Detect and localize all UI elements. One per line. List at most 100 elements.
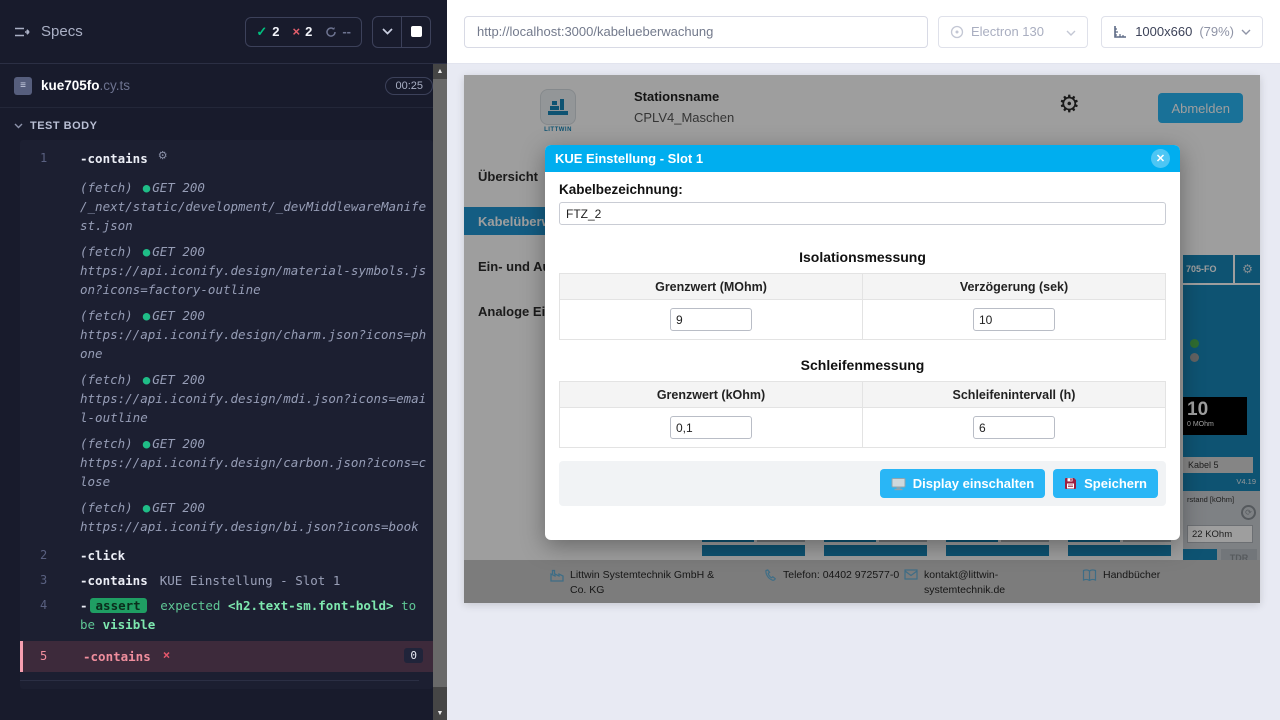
- pass-count: 2: [272, 24, 279, 39]
- fetch-log: (fetch)●GET 200https://api.iconify.desig…: [80, 306, 428, 363]
- fetch-tag: (fetch): [80, 180, 133, 195]
- fetch-url: https://api.iconify.design/carbon.json?i…: [80, 455, 426, 489]
- fetch-tag: (fetch): [80, 500, 133, 515]
- fetch-tag: (fetch): [80, 308, 133, 323]
- cypress-sidebar: Specs ✓ 2 × 2 -- ≡ kue705fo.cy.t: [0, 0, 447, 720]
- command-row-3[interactable]: 3 -contains KUE Einstellung - Slot 1: [20, 568, 433, 593]
- display-on-label: Display einschalten: [913, 476, 1034, 491]
- command-contains: -contains: [83, 647, 151, 666]
- isolation-table: Grenzwert (MOhm) Verzögerung (sek): [559, 273, 1166, 340]
- fail-count: 2: [305, 24, 312, 39]
- viewport-zoom: (79%): [1199, 24, 1234, 39]
- chevron-down-icon: [1241, 29, 1251, 35]
- stat-pending: --: [325, 24, 351, 39]
- command-contains: -contains: [80, 149, 148, 168]
- command-log: 1 -contains ⚙ (fetch)●GET 200/_next/stat…: [20, 140, 433, 689]
- iso-grenzwert-input[interactable]: [670, 308, 752, 331]
- status-dot-icon: ●: [143, 372, 151, 387]
- reporter-divider: [20, 680, 419, 681]
- line-number: 2: [20, 546, 80, 565]
- command-argument: KUE Einstellung - Slot 1: [160, 571, 341, 590]
- pending-count: --: [342, 24, 351, 39]
- display-on-button[interactable]: Display einschalten: [880, 469, 1045, 498]
- fetch-url: /_next/static/development/_devMiddleware…: [80, 199, 426, 233]
- modal-title: KUE Einstellung - Slot 1: [555, 151, 703, 166]
- fetch-url: https://api.iconify.design/mdi.json?icon…: [80, 391, 426, 425]
- assert-prefix: -: [80, 598, 88, 613]
- specs-menu-icon[interactable]: [14, 25, 31, 39]
- fail-icon: ×: [293, 24, 301, 39]
- fetch-url: https://api.iconify.design/material-symb…: [80, 263, 426, 297]
- sidebar-header: Specs ✓ 2 × 2 --: [0, 0, 447, 64]
- scroll-up-icon[interactable]: ▲: [433, 64, 447, 78]
- run-controls: [372, 16, 431, 48]
- assert-element: <h2.text-sm.font-bold>: [228, 598, 394, 613]
- chevron-down-icon: [1066, 30, 1076, 36]
- fetch-status: GET 200: [152, 244, 205, 259]
- assert-badge: assert: [90, 598, 147, 613]
- assert-visible: visible: [103, 617, 156, 632]
- fetch-log: (fetch)●GET 200https://api.iconify.desig…: [80, 498, 428, 536]
- modal-footer: Display einschalten Speichern: [559, 461, 1166, 506]
- viewport-size-select[interactable]: 1000x660 (79%): [1101, 16, 1263, 48]
- loop-section-title: Schleifenmessung: [559, 357, 1166, 373]
- test-body-label: TEST BODY: [30, 120, 97, 132]
- modal-titlebar: KUE Einstellung - Slot 1 ✕: [545, 145, 1180, 172]
- url-text: http://localhost:3000/kabelueberwachung: [477, 24, 713, 39]
- fetch-log: (fetch)●GET 200/_next/static/development…: [80, 178, 428, 235]
- spec-file-icon: ≡: [14, 77, 32, 95]
- test-body-header[interactable]: TEST BODY: [0, 108, 447, 140]
- spec-row[interactable]: ≡ kue705fo.cy.ts 00:25: [0, 64, 447, 108]
- line-number: 3: [20, 571, 80, 590]
- fetch-status: GET 200: [152, 372, 205, 387]
- status-dot-icon: ●: [143, 244, 151, 259]
- command-row-5-failed[interactable]: 5 -contains × 0: [20, 641, 433, 672]
- loop-col-intervall: Schleifenintervall (h): [863, 382, 1166, 408]
- cable-name-label: Kabelbezeichnung:: [559, 182, 1166, 197]
- spec-duration-badge: 00:25: [385, 77, 433, 95]
- fetch-tag: (fetch): [80, 244, 133, 259]
- scroll-down-icon[interactable]: ▼: [433, 706, 447, 720]
- status-dot-icon: ●: [143, 308, 151, 323]
- url-input[interactable]: http://localhost:3000/kabelueberwachung: [464, 16, 928, 48]
- command-row-1[interactable]: 1 -contains ⚙: [20, 146, 433, 171]
- stat-failed: × 2: [293, 24, 313, 39]
- kue-settings-modal: KUE Einstellung - Slot 1 ✕ Kabelbezeichn…: [545, 145, 1180, 540]
- sidebar-scrollbar[interactable]: ▲ ▼: [433, 64, 447, 720]
- assert-message: -assert expected <h2.text-sm.font-bold> …: [80, 596, 420, 634]
- fetch-log: (fetch)●GET 200https://api.iconify.desig…: [80, 370, 428, 427]
- iso-verzoegerung-input[interactable]: [973, 308, 1055, 331]
- loop-col-grenzwert: Grenzwert (kOhm): [560, 382, 863, 408]
- pass-icon: ✓: [256, 24, 267, 40]
- floppy-save-icon: [1064, 477, 1077, 490]
- loop-grenzwert-input[interactable]: [670, 416, 752, 439]
- collapse-chevron-icon[interactable]: [373, 17, 401, 47]
- command-row-2[interactable]: 2 -click: [20, 543, 433, 568]
- specs-title: Specs: [41, 23, 83, 40]
- match-count-badge: 0: [404, 648, 423, 663]
- command-row-4[interactable]: 4 -assert expected <h2.text-sm.font-bold…: [20, 593, 433, 637]
- spec-name: kue705fo: [41, 78, 100, 93]
- save-label: Speichern: [1084, 476, 1147, 491]
- fetch-log: (fetch) ●GET 200 https://api.iconify.desig…: [80, 242, 428, 299]
- close-icon[interactable]: ✕: [1151, 149, 1170, 168]
- browser-name: Electron 130: [971, 24, 1044, 39]
- restart-icon: [325, 26, 337, 38]
- line-number: 5: [23, 647, 83, 666]
- stop-icon: [411, 26, 422, 37]
- command-contains: -contains: [80, 571, 148, 590]
- stat-passed: ✓ 2: [256, 24, 279, 40]
- loop-intervall-input[interactable]: [973, 416, 1055, 439]
- spec-extension: .cy.ts: [100, 78, 131, 93]
- save-button[interactable]: Speichern: [1053, 469, 1158, 498]
- cable-name-input[interactable]: [559, 202, 1166, 225]
- fetch-status: GET 200: [152, 180, 205, 195]
- electron-icon: [950, 25, 964, 39]
- assert-expected: expected: [160, 598, 220, 613]
- scrollbar-thumb[interactable]: [433, 79, 447, 687]
- stop-button[interactable]: [402, 17, 430, 47]
- browser-select[interactable]: Electron 130: [938, 16, 1088, 48]
- isolation-section-title: Isolationsmessung: [559, 249, 1166, 265]
- test-stats: ✓ 2 × 2 --: [245, 17, 362, 47]
- iso-col-verzoegerung: Verzögerung (sek): [863, 274, 1166, 300]
